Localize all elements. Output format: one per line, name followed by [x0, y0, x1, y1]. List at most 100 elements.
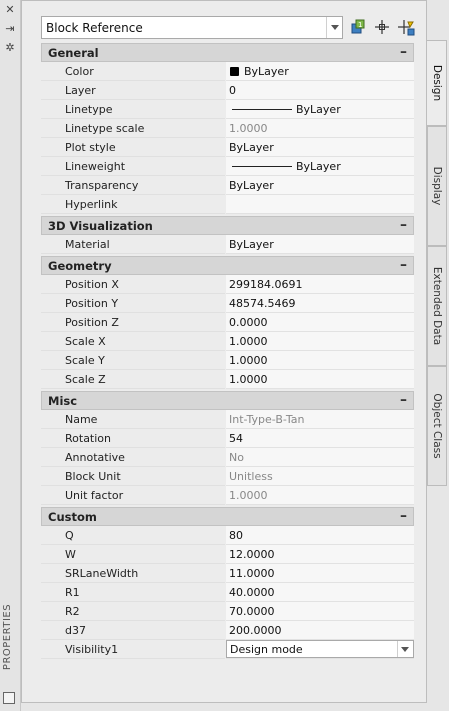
property-value: 80	[229, 529, 243, 542]
property-row-transparency[interactable]: Transparency ByLayer	[41, 176, 414, 195]
property-name-cell: Transparency	[41, 176, 225, 195]
toggle-pickadd-icon[interactable]: 1	[349, 18, 367, 36]
property-row-plot-style[interactable]: Plot style ByLayer	[41, 138, 414, 157]
tab-label: Design	[430, 64, 443, 102]
property-value-cell[interactable]: 0.0000	[226, 313, 414, 332]
property-value-cell[interactable]: Design mode	[226, 640, 414, 659]
property-value-cell[interactable]: 54	[226, 429, 414, 448]
property-row-linetype[interactable]: Linetype ByLayer	[41, 100, 414, 119]
palette-properties-icon[interactable]	[3, 692, 15, 704]
property-value-cell[interactable]: 1.0000	[226, 332, 414, 351]
chevron-down-icon[interactable]	[397, 641, 413, 657]
property-name-cell: Material	[41, 235, 225, 254]
tab-extended-data[interactable]: Extended Data	[427, 246, 447, 366]
section-header-general[interactable]: General –	[41, 43, 414, 62]
property-name: Position Z	[65, 316, 119, 329]
property-value: 0	[229, 84, 236, 97]
property-name: Position Y	[65, 297, 119, 310]
property-row-visibility1[interactable]: Visibility1 Design mode	[41, 640, 414, 659]
property-value: Design mode	[230, 643, 303, 656]
property-value-cell[interactable]: 1.0000	[226, 370, 414, 389]
property-row-lineweight[interactable]: Lineweight ByLayer	[41, 157, 414, 176]
tab-object-class[interactable]: Object Class	[427, 366, 447, 486]
property-value-cell[interactable]: 40.0000	[226, 583, 414, 602]
section-title: General	[48, 46, 99, 60]
property-row-layer[interactable]: Layer 0	[41, 81, 414, 100]
property-value-cell[interactable]: 48574.5469	[226, 294, 414, 313]
property-name: R2	[65, 605, 80, 618]
collapse-icon[interactable]: –	[400, 44, 407, 60]
property-value: ByLayer	[296, 160, 341, 173]
property-name: Annotative	[65, 451, 125, 464]
section-title: Misc	[48, 394, 78, 408]
section-header-geometry[interactable]: Geometry –	[41, 256, 414, 275]
quick-select-icon[interactable]	[397, 18, 415, 36]
property-row-srlanewidth[interactable]: SRLaneWidth 11.0000	[41, 564, 414, 583]
property-value-cell[interactable]: 80	[226, 526, 414, 545]
property-value-cell[interactable]: ByLayer	[226, 176, 414, 195]
property-value-cell[interactable]: 200.0000	[226, 621, 414, 640]
property-name-cell: Plot style	[41, 138, 225, 157]
property-name: Block Unit	[65, 470, 121, 483]
property-row-scale-z[interactable]: Scale Z 1.0000	[41, 370, 414, 389]
property-value-cell[interactable]: ByLayer	[226, 235, 414, 254]
property-value-cell[interactable]: 70.0000	[226, 602, 414, 621]
tab-design[interactable]: Design	[427, 40, 447, 126]
property-value: 1.0000	[229, 122, 268, 135]
section-header-custom[interactable]: Custom –	[41, 507, 414, 526]
property-row-q[interactable]: Q 80	[41, 526, 414, 545]
close-icon[interactable]: ✕	[4, 4, 16, 16]
property-value-cell[interactable]: ByLayer	[226, 157, 414, 176]
property-row-linetype-scale[interactable]: Linetype scale 1.0000	[41, 119, 414, 138]
auto-hide-icon[interactable]: ⇥	[4, 23, 16, 35]
property-row-d37[interactable]: d37 200.0000	[41, 621, 414, 640]
object-type-dropdown[interactable]: Block Reference	[41, 16, 343, 39]
property-value-cell[interactable]: ByLayer	[226, 138, 414, 157]
property-name-cell: Lineweight	[41, 157, 225, 176]
chevron-down-icon[interactable]	[326, 17, 342, 38]
collapse-icon[interactable]: –	[400, 508, 407, 524]
property-value-cell: Int-Type-B-Tan	[226, 410, 414, 429]
property-row-hyperlink[interactable]: Hyperlink	[41, 195, 414, 214]
property-value-cell[interactable]: 12.0000	[226, 545, 414, 564]
property-value-cell[interactable]: 0	[226, 81, 414, 100]
select-objects-icon[interactable]	[373, 18, 391, 36]
property-value-cell[interactable]	[226, 195, 414, 214]
property-row-r2[interactable]: R2 70.0000	[41, 602, 414, 621]
property-row-color[interactable]: Color ByLayer	[41, 62, 414, 81]
svg-text:1: 1	[358, 21, 362, 29]
tab-display[interactable]: Display	[427, 126, 447, 246]
property-value: 70.0000	[229, 605, 275, 618]
section-header-misc[interactable]: Misc –	[41, 391, 414, 410]
color-swatch	[230, 67, 239, 76]
property-value: No	[229, 451, 244, 464]
property-row-position-x[interactable]: Position X 299184.0691	[41, 275, 414, 294]
property-name-cell: Layer	[41, 81, 225, 100]
property-value-cell[interactable]: 11.0000	[226, 564, 414, 583]
collapse-icon[interactable]: –	[400, 217, 407, 233]
section-header-3d-visualization[interactable]: 3D Visualization –	[41, 216, 414, 235]
collapse-icon[interactable]: –	[400, 257, 407, 273]
property-value-cell: 1.0000	[226, 119, 414, 138]
settings-icon[interactable]: ✲	[4, 42, 16, 54]
property-value-cell[interactable]: ByLayer	[226, 62, 414, 81]
property-row-position-y[interactable]: Position Y 48574.5469	[41, 294, 414, 313]
property-row-name[interactable]: Name Int-Type-B-Tan	[41, 410, 414, 429]
property-row-rotation[interactable]: Rotation 54	[41, 429, 414, 448]
property-value-cell[interactable]: 299184.0691	[226, 275, 414, 294]
property-value: 11.0000	[229, 567, 275, 580]
property-row-scale-x[interactable]: Scale X 1.0000	[41, 332, 414, 351]
property-row-material[interactable]: Material ByLayer	[41, 235, 414, 254]
visibility-dropdown[interactable]: Design mode	[226, 640, 414, 658]
property-row-annotative[interactable]: Annotative No	[41, 448, 414, 467]
property-row-scale-y[interactable]: Scale Y 1.0000	[41, 351, 414, 370]
property-row-w[interactable]: W 12.0000	[41, 545, 414, 564]
collapse-icon[interactable]: –	[400, 392, 407, 408]
property-value-cell[interactable]: ByLayer	[226, 100, 414, 119]
property-row-r1[interactable]: R1 40.0000	[41, 583, 414, 602]
property-row-unit-factor[interactable]: Unit factor 1.0000	[41, 486, 414, 505]
property-value-cell[interactable]: 1.0000	[226, 351, 414, 370]
property-row-position-z[interactable]: Position Z 0.0000	[41, 313, 414, 332]
property-name: R1	[65, 586, 80, 599]
property-row-block-unit[interactable]: Block Unit Unitless	[41, 467, 414, 486]
